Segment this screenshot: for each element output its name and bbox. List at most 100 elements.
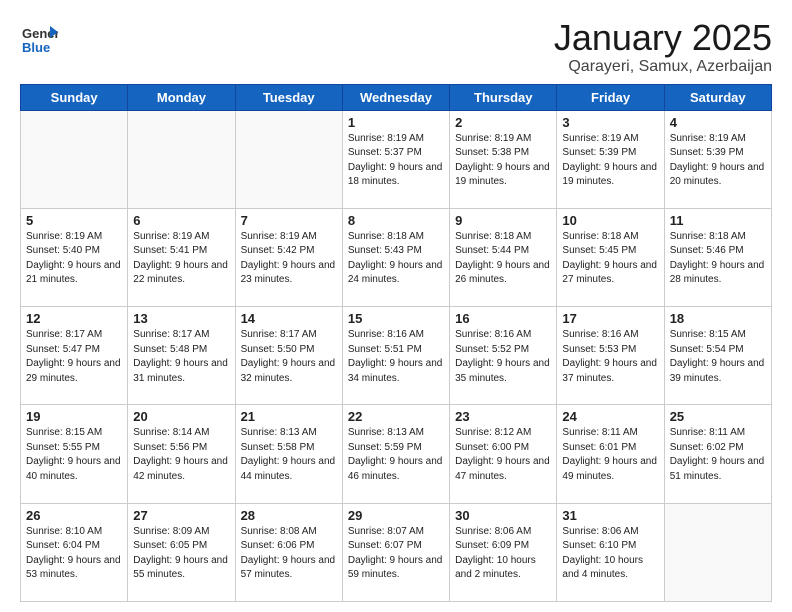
day-cell: 23 Sunrise: 8:12 AM Sunset: 6:00 PM Dayli… [450,405,557,503]
day-info: Sunrise: 8:11 AM Sunset: 6:01 PM Dayligh… [562,426,658,484]
day-info: Sunrise: 8:18 AM Sunset: 5:44 PM Dayligh… [455,230,551,288]
header: General Blue January 2025 Qarayeri, Samu… [20,18,772,76]
day-cell: 18 Sunrise: 8:15 AM Sunset: 5:54 PM Dayli… [664,307,771,405]
day-number: 3 [562,115,658,130]
day-number: 22 [348,409,444,424]
day-info: Sunrise: 8:17 AM Sunset: 5:48 PM Dayligh… [133,328,229,386]
day-cell: 3 Sunrise: 8:19 AM Sunset: 5:39 PM Daylig… [557,110,664,208]
day-cell: 2Sunrise: 8:19 AM Sunset: 5:38 PM Daylig… [450,110,557,208]
day-number: 17 [562,311,658,326]
day-info: Sunrise: 8:06 AM Sunset: 6:10 PM Dayligh… [562,525,658,583]
calendar-table: Sunday Monday Tuesday Wednesday Thursday… [20,84,772,602]
day-cell [235,110,342,208]
day-number: 5 [26,213,122,228]
week-row-5: 26 Sunrise: 8:10 AM Sunset: 6:04 PM Dayli… [21,503,772,601]
month-title: January 2025 [554,18,772,58]
day-number: 23 [455,409,551,424]
day-number: 9 [455,213,551,228]
day-number: 1 [348,115,444,130]
day-cell: 10 Sunrise: 8:18 AM Sunset: 5:45 PM Dayli… [557,208,664,306]
col-thursday: Thursday [450,84,557,110]
week-row-2: 5 Sunrise: 8:19 AM Sunset: 5:40 PM Daylig… [21,208,772,306]
day-info: Sunrise: 8:19 AM Sunset: 5:42 PM Dayligh… [241,230,337,288]
day-cell: 24 Sunrise: 8:11 AM Sunset: 6:01 PM Dayli… [557,405,664,503]
day-cell [128,110,235,208]
day-cell: 12Sunrise: 8:17 AM Sunset: 5:47 PM Dayli… [21,307,128,405]
day-number: 16 [455,311,551,326]
day-cell: 13 Sunrise: 8:17 AM Sunset: 5:48 PM Dayli… [128,307,235,405]
day-number: 4 [670,115,766,130]
day-cell: 19Sunrise: 8:15 AM Sunset: 5:55 PM Dayli… [21,405,128,503]
day-info: Sunrise: 8:11 AM Sunset: 6:02 PM Dayligh… [670,426,766,484]
col-sunday: Sunday [21,84,128,110]
col-saturday: Saturday [664,84,771,110]
day-cell: 7 Sunrise: 8:19 AM Sunset: 5:42 PM Daylig… [235,208,342,306]
day-cell: 26 Sunrise: 8:10 AM Sunset: 6:04 PM Dayli… [21,503,128,601]
day-info: Sunrise: 8:10 AM Sunset: 6:04 PM Dayligh… [26,525,122,583]
day-info: Sunrise: 8:16 AM Sunset: 5:52 PM Dayligh… [455,328,551,386]
day-number: 21 [241,409,337,424]
day-info: Sunrise: 8:14 AM Sunset: 5:56 PM Dayligh… [133,426,229,484]
day-cell [664,503,771,601]
day-info: Sunrise: 8:18 AM Sunset: 5:43 PM Dayligh… [348,230,444,288]
col-wednesday: Wednesday [342,84,449,110]
day-number: 15 [348,311,444,326]
day-info: Sunrise: 8:19 AM Sunset: 5:41 PM Dayligh… [133,230,229,288]
col-friday: Friday [557,84,664,110]
day-cell: 30Sunrise: 8:06 AM Sunset: 6:09 PM Dayli… [450,503,557,601]
day-info: Sunrise: 8:13 AM Sunset: 5:59 PM Dayligh… [348,426,444,484]
day-number: 27 [133,508,229,523]
day-cell: 15 Sunrise: 8:16 AM Sunset: 5:51 PM Dayli… [342,307,449,405]
svg-text:Blue: Blue [22,40,50,55]
day-number: 13 [133,311,229,326]
day-number: 7 [241,213,337,228]
day-cell: 29Sunrise: 8:07 AM Sunset: 6:07 PM Dayli… [342,503,449,601]
day-info: Sunrise: 8:08 AM Sunset: 6:06 PM Dayligh… [241,525,337,583]
day-info: Sunrise: 8:07 AM Sunset: 6:07 PM Dayligh… [348,525,444,583]
day-cell: 4 Sunrise: 8:19 AM Sunset: 5:39 PM Daylig… [664,110,771,208]
day-info: Sunrise: 8:16 AM Sunset: 5:53 PM Dayligh… [562,328,658,386]
day-number: 6 [133,213,229,228]
day-cell: 20Sunrise: 8:14 AM Sunset: 5:56 PM Dayli… [128,405,235,503]
day-number: 24 [562,409,658,424]
day-number: 30 [455,508,551,523]
day-number: 25 [670,409,766,424]
day-number: 31 [562,508,658,523]
day-cell: 9 Sunrise: 8:18 AM Sunset: 5:44 PM Daylig… [450,208,557,306]
week-row-3: 12Sunrise: 8:17 AM Sunset: 5:47 PM Dayli… [21,307,772,405]
day-cell: 31 Sunrise: 8:06 AM Sunset: 6:10 PM Dayli… [557,503,664,601]
day-cell [21,110,128,208]
day-number: 28 [241,508,337,523]
day-cell: 21 Sunrise: 8:13 AM Sunset: 5:58 PM Dayli… [235,405,342,503]
day-number: 10 [562,213,658,228]
week-row-1: 1 Sunrise: 8:19 AM Sunset: 5:37 PM Daylig… [21,110,772,208]
day-info: Sunrise: 8:16 AM Sunset: 5:51 PM Dayligh… [348,328,444,386]
day-info: Sunrise: 8:19 AM Sunset: 5:40 PM Dayligh… [26,230,122,288]
day-info: Sunrise: 8:18 AM Sunset: 5:45 PM Dayligh… [562,230,658,288]
day-number: 11 [670,213,766,228]
day-cell: 28 Sunrise: 8:08 AM Sunset: 6:06 PM Dayli… [235,503,342,601]
day-info: Sunrise: 8:19 AM Sunset: 5:39 PM Dayligh… [670,132,766,190]
day-cell: 17 Sunrise: 8:16 AM Sunset: 5:53 PM Dayli… [557,307,664,405]
day-number: 26 [26,508,122,523]
day-info: Sunrise: 8:13 AM Sunset: 5:58 PM Dayligh… [241,426,337,484]
day-number: 14 [241,311,337,326]
day-number: 18 [670,311,766,326]
calendar-page: General Blue January 2025 Qarayeri, Samu… [0,0,792,612]
day-cell: 5 Sunrise: 8:19 AM Sunset: 5:40 PM Daylig… [21,208,128,306]
day-number: 12 [26,311,122,326]
day-info: Sunrise: 8:19 AM Sunset: 5:37 PM Dayligh… [348,132,444,190]
location: Qarayeri, Samux, Azerbaijan [554,58,772,76]
day-cell: 25 Sunrise: 8:11 AM Sunset: 6:02 PM Dayli… [664,405,771,503]
day-cell: 11Sunrise: 8:18 AM Sunset: 5:46 PM Dayli… [664,208,771,306]
day-cell: 6 Sunrise: 8:19 AM Sunset: 5:41 PM Daylig… [128,208,235,306]
day-info: Sunrise: 8:15 AM Sunset: 5:54 PM Dayligh… [670,328,766,386]
day-cell: 1 Sunrise: 8:19 AM Sunset: 5:37 PM Daylig… [342,110,449,208]
day-info: Sunrise: 8:09 AM Sunset: 6:05 PM Dayligh… [133,525,229,583]
day-cell: 16 Sunrise: 8:16 AM Sunset: 5:52 PM Dayli… [450,307,557,405]
day-info: Sunrise: 8:12 AM Sunset: 6:00 PM Dayligh… [455,426,551,484]
day-cell: 14 Sunrise: 8:17 AM Sunset: 5:50 PM Dayli… [235,307,342,405]
day-info: Sunrise: 8:17 AM Sunset: 5:50 PM Dayligh… [241,328,337,386]
day-info: Sunrise: 8:19 AM Sunset: 5:39 PM Dayligh… [562,132,658,190]
day-info: Sunrise: 8:19 AM Sunset: 5:38 PM Dayligh… [455,132,551,190]
